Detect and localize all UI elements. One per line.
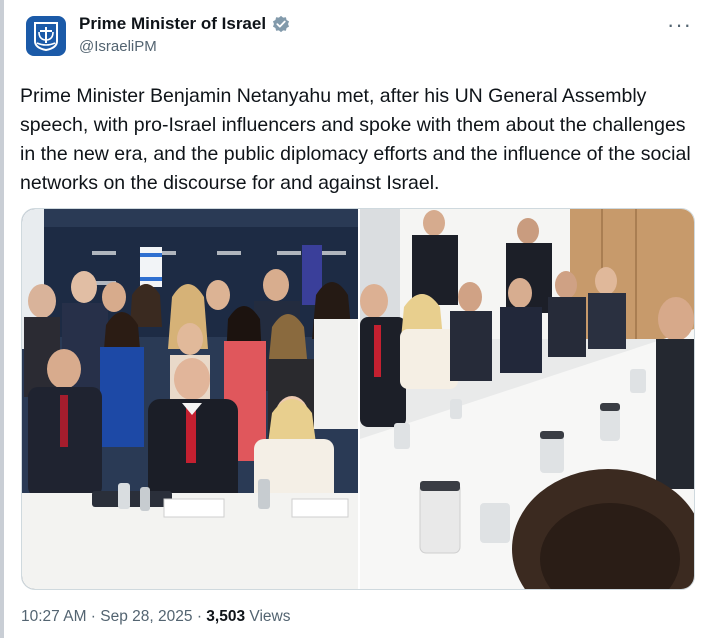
- views-label: Views: [245, 608, 291, 625]
- author-handle[interactable]: @IsraeliPM: [79, 38, 157, 55]
- author-name-row: Prime Minister of Israel: [79, 14, 290, 34]
- post-time[interactable]: 10:27 AM: [21, 608, 87, 625]
- tweet-meta: 10:27 AM · Sep 28, 2025 · 3,503 Views: [21, 608, 290, 626]
- views-count: 3,503: [206, 608, 246, 625]
- meta-separator: ·: [86, 608, 101, 625]
- meta-separator: ·: [192, 608, 207, 625]
- israel-emblem-icon: [34, 22, 58, 51]
- tweet-card: Prime Minister of Israel @IsraeliPM ··· …: [0, 0, 706, 638]
- group-photo[interactable]: [22, 209, 358, 589]
- post-date[interactable]: Sep 28, 2025: [100, 608, 192, 625]
- media-grid: [21, 208, 695, 590]
- more-options-icon[interactable]: ···: [667, 14, 692, 36]
- verified-badge-icon: [273, 15, 290, 33]
- profile-avatar[interactable]: [26, 16, 66, 56]
- meeting-photo[interactable]: [360, 209, 694, 589]
- author-display-name[interactable]: Prime Minister of Israel: [79, 14, 266, 34]
- tweet-text: Prime Minister Benjamin Netanyahu met, a…: [20, 85, 691, 194]
